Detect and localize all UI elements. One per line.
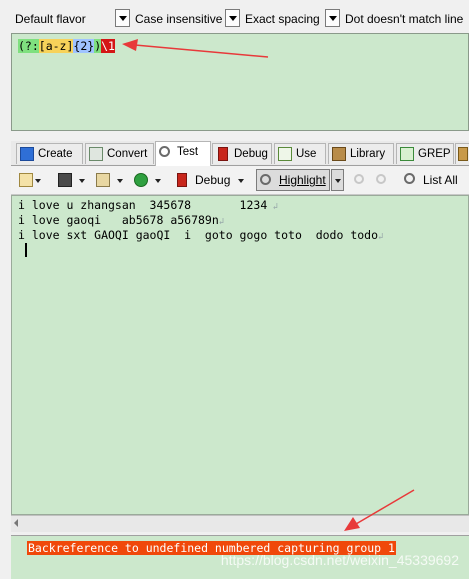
go-dropdown-icon[interactable] bbox=[155, 179, 161, 183]
debug-button-label: Debug bbox=[195, 173, 231, 187]
magnifier-icon bbox=[159, 146, 170, 157]
status-pane: Backreference to undefined numbered capt… bbox=[11, 535, 469, 579]
find-previous-icon bbox=[354, 174, 364, 184]
library-icon bbox=[332, 147, 346, 161]
tab-library[interactable]: Library bbox=[328, 143, 394, 164]
new-dropdown-icon[interactable] bbox=[35, 179, 41, 183]
flavor-select[interactable]: Default flavor bbox=[15, 9, 86, 29]
create-icon bbox=[20, 147, 34, 161]
options-bar: Default flavor Case insensitive Exact sp… bbox=[0, 0, 469, 36]
scroll-left-icon[interactable] bbox=[14, 519, 18, 527]
next-match-button[interactable] bbox=[373, 169, 393, 191]
line-end-marker-icon: ↲ bbox=[378, 232, 384, 242]
case-select[interactable]: Case insensitive bbox=[135, 9, 222, 29]
test-subject-editor[interactable]: i love u zhangsan 345678 1234 ↲ i love g… bbox=[11, 195, 469, 515]
watermark: https://blog.csdn.net/weixin_45339692 bbox=[220, 552, 459, 568]
dot-select[interactable]: Dot doesn't match line bbox=[345, 9, 463, 29]
save-dropdown-icon[interactable] bbox=[79, 179, 85, 183]
tab-convert-label: Convert bbox=[107, 148, 148, 160]
save-icon bbox=[58, 173, 72, 187]
highlight-dropdown[interactable] bbox=[331, 169, 344, 191]
subject-line-text: i love sxt GAOQI gaoQI i goto gogo toto … bbox=[18, 228, 379, 242]
regex-editor[interactable]: (?:[a-z]{2})\1 bbox=[11, 33, 469, 131]
tab-create-label: Create bbox=[38, 148, 73, 160]
tab-grep[interactable]: GREP bbox=[396, 143, 454, 164]
list-all-button[interactable]: List All bbox=[401, 169, 469, 191]
subject-line-text: i love gaoqi ab5678 a56789n bbox=[18, 213, 219, 227]
horizontal-scrollbar[interactable] bbox=[11, 515, 469, 532]
save-button[interactable] bbox=[55, 169, 85, 191]
case-dropdown-icon[interactable] bbox=[225, 9, 240, 27]
go-icon bbox=[134, 173, 148, 187]
regex-backreference-error: \1 bbox=[101, 39, 115, 53]
find-next-icon bbox=[376, 174, 386, 184]
tab-use-label: Use bbox=[296, 148, 317, 160]
debug-bug-icon bbox=[177, 173, 187, 187]
spacing-dropdown-icon[interactable] bbox=[325, 9, 340, 27]
tab-grep-label: GREP bbox=[418, 148, 451, 160]
refresh-button[interactable] bbox=[131, 169, 163, 191]
regex-noncapture-open: (?: bbox=[18, 39, 39, 53]
tab-use[interactable]: Use bbox=[274, 143, 326, 164]
new-button[interactable] bbox=[16, 169, 41, 191]
highlight-magnifier-icon bbox=[260, 174, 271, 185]
subject-line-text: i love u zhangsan 345678 1234 bbox=[18, 198, 268, 212]
new-document-icon bbox=[19, 173, 33, 187]
test-toolbar: Debug Highlight List All bbox=[11, 166, 469, 195]
tab-test-label: Test bbox=[177, 146, 199, 158]
debug-dropdown-icon[interactable] bbox=[238, 179, 244, 183]
regex-text[interactable]: (?:[a-z]{2})\1 bbox=[18, 39, 115, 54]
grep-icon bbox=[400, 147, 414, 161]
overflow-tab-icon bbox=[458, 147, 468, 161]
convert-icon bbox=[89, 147, 103, 161]
highlight-label: Highlight bbox=[279, 173, 326, 187]
tab-create[interactable]: Create bbox=[16, 143, 83, 164]
text-caret bbox=[25, 243, 27, 257]
open-dropdown-icon[interactable] bbox=[117, 179, 123, 183]
tab-bar: Create Convert Test Debug Use Library GR… bbox=[11, 141, 469, 166]
subject-line: i love sxt GAOQI gaoQI i goto gogo toto … bbox=[18, 228, 383, 245]
line-end-marker-icon: ↲ bbox=[218, 217, 225, 227]
tab-debug[interactable]: Debug bbox=[212, 143, 272, 164]
left-margin bbox=[0, 36, 11, 578]
tab-more[interactable] bbox=[455, 143, 469, 164]
debug-button[interactable]: Debug bbox=[171, 169, 251, 191]
spacing-select[interactable]: Exact spacing bbox=[245, 9, 320, 29]
flavor-dropdown-icon[interactable] bbox=[115, 9, 130, 27]
regex-quantifier: {2} bbox=[73, 39, 95, 53]
list-all-magnifier-icon bbox=[404, 173, 415, 184]
use-icon bbox=[278, 147, 292, 161]
regex-char-class: [a-z] bbox=[38, 39, 74, 53]
previous-match-button[interactable] bbox=[351, 169, 371, 191]
tab-debug-label: Debug bbox=[234, 148, 268, 160]
debug-icon bbox=[218, 147, 228, 161]
list-all-label: List All bbox=[423, 173, 458, 187]
tab-convert[interactable]: Convert bbox=[85, 143, 154, 164]
open-button[interactable] bbox=[93, 169, 123, 191]
line-end-marker-icon: ↲ bbox=[267, 202, 279, 212]
tab-library-label: Library bbox=[350, 148, 386, 160]
open-file-icon bbox=[96, 173, 110, 187]
highlight-toggle[interactable]: Highlight bbox=[256, 169, 330, 191]
tab-test[interactable]: Test bbox=[155, 141, 211, 166]
highlight-dropdown-icon bbox=[335, 179, 341, 183]
